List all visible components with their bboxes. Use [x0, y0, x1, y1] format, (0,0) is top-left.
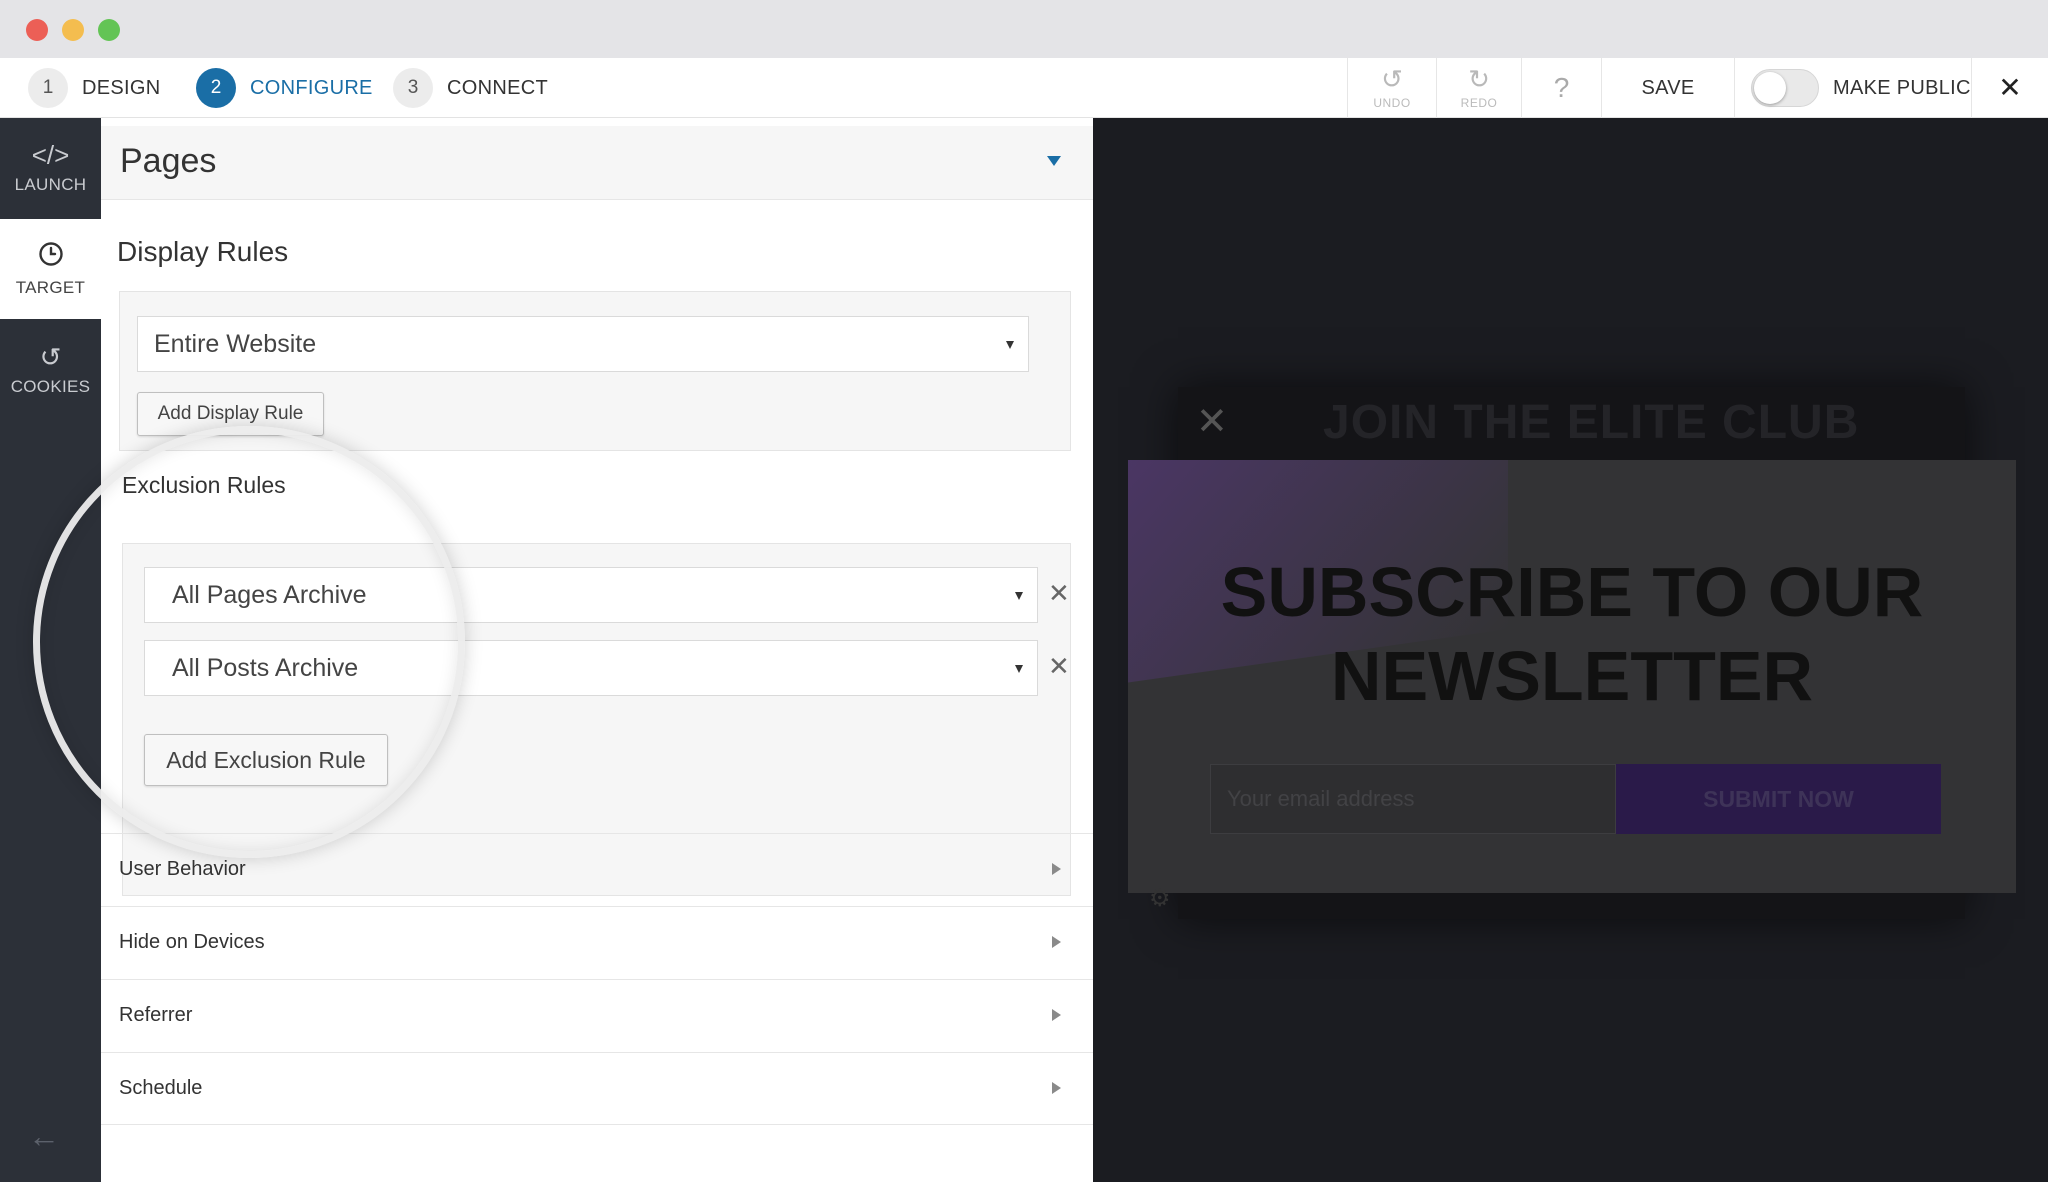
headline-line: SUBSCRIBE TO OUR — [1220, 553, 1924, 631]
chevron-right-icon — [1052, 1009, 1061, 1021]
email-placeholder: Your email address — [1227, 786, 1415, 811]
step-label: DESIGN — [82, 76, 161, 99]
section-user-behavior[interactable]: User Behavior — [101, 833, 1093, 906]
email-input[interactable]: Your email address — [1210, 764, 1616, 834]
chevron-right-icon — [1052, 936, 1061, 948]
add-exclusion-rule-button[interactable]: Add Exclusion Rule — [144, 734, 388, 786]
refresh-icon: ↺ — [39, 342, 62, 372]
undo-icon: ↺ — [1381, 64, 1403, 94]
step-label: CONNECT — [447, 76, 548, 99]
window-titlebar — [0, 0, 2048, 58]
gear-icon[interactable]: ⚙ — [1149, 884, 1171, 913]
display-rule-select[interactable]: Entire Website — [137, 316, 1029, 372]
step-number: 2 — [196, 68, 236, 108]
step-number: 1 — [28, 68, 68, 108]
left-sidebar: </> LAUNCH TARGET ↺ COOKIES ← — [0, 118, 101, 1182]
save-button[interactable]: SAVE — [1601, 58, 1734, 118]
sidebar-item-cookies[interactable]: ↺ COOKIES — [0, 320, 101, 420]
sidebar-item-label: TARGET — [15, 277, 86, 297]
exclusion-rules-title: Exclusion Rules — [122, 472, 286, 498]
pages-section-header[interactable]: Pages — [101, 126, 1093, 200]
popup-preview: ✕ JOIN THE ELITE CLUB SUBSCRIBE TO OUR N… — [1093, 118, 2048, 1182]
popup-back-title: JOIN THE ELITE CLUB — [1323, 396, 1860, 449]
sidebar-item-label: COOKIES — [10, 377, 91, 396]
chevron-right-icon — [1052, 1082, 1061, 1094]
section-label: Referrer — [119, 1004, 193, 1026]
help-icon: ? — [1553, 72, 1570, 103]
button-label: Add Display Rule — [157, 403, 304, 424]
step-connect[interactable]: 3 CONNECT — [393, 58, 548, 118]
display-rule-value: Entire Website — [154, 329, 317, 358]
undo-label: UNDO — [1373, 96, 1411, 110]
section-hide-on-devices[interactable]: Hide on Devices — [101, 906, 1093, 979]
add-display-rule-button[interactable]: Add Display Rule — [137, 392, 324, 436]
make-public-control[interactable]: MAKE PUBLIC — [1734, 58, 1971, 118]
chevron-right-icon — [1052, 863, 1061, 875]
newsletter-popup: SUBSCRIBE TO OUR NEWSLETTER Your email a… — [1128, 460, 2016, 893]
close-editor-button[interactable]: ✕ — [1971, 58, 2048, 118]
step-number: 3 — [393, 68, 433, 108]
section-label: User Behavior — [119, 858, 246, 880]
exclusion-rule-value: All Posts Archive — [172, 653, 359, 682]
submit-button[interactable]: SUBMIT NOW — [1616, 764, 1941, 834]
step-label: CONFIGURE — [250, 76, 373, 99]
exclusion-rule-select[interactable]: All Posts Archive — [144, 640, 1038, 696]
toggle-knob — [1754, 72, 1786, 104]
top-toolbar: 1 DESIGN 2 CONFIGURE 3 CONNECT ↺ UNDO ↻ … — [0, 58, 2048, 118]
exclusion-rule-select[interactable]: All Pages Archive — [144, 567, 1038, 623]
undo-button[interactable]: ↺ UNDO — [1347, 58, 1436, 118]
display-rules-box: Entire Website Add Display Rule — [119, 291, 1071, 451]
caret-down-icon — [1015, 665, 1023, 673]
step-configure[interactable]: 2 CONFIGURE — [196, 58, 373, 118]
sidebar-item-target[interactable]: TARGET — [0, 219, 101, 319]
exclusion-rule-value: All Pages Archive — [172, 580, 367, 609]
window-zoom-icon[interactable] — [98, 19, 120, 41]
popup-headline: SUBSCRIBE TO OUR NEWSLETTER — [1128, 550, 2016, 718]
submit-label: SUBMIT NOW — [1703, 785, 1854, 812]
close-icon[interactable]: ✕ — [1196, 399, 1228, 444]
make-public-toggle[interactable] — [1751, 69, 1819, 107]
window-close-icon[interactable] — [26, 19, 48, 41]
redo-button[interactable]: ↻ REDO — [1436, 58, 1521, 118]
redo-icon: ↻ — [1468, 64, 1490, 94]
section-referrer[interactable]: Referrer — [101, 979, 1093, 1052]
chevron-down-icon — [1047, 156, 1061, 166]
section-schedule[interactable]: Schedule — [101, 1052, 1093, 1125]
close-icon: ✕ — [1998, 72, 2022, 103]
sidebar-item-label: LAUNCH — [14, 175, 87, 194]
remove-exclusion-icon[interactable]: ✕ — [1048, 651, 1070, 682]
help-button[interactable]: ? — [1521, 58, 1601, 118]
code-icon: </> — [31, 140, 70, 170]
button-label: Add Exclusion Rule — [166, 746, 366, 773]
remove-exclusion-icon[interactable]: ✕ — [1048, 578, 1070, 609]
caret-down-icon — [1006, 341, 1014, 349]
back-arrow-icon[interactable]: ← — [28, 1118, 60, 1155]
section-label: Hide on Devices — [119, 931, 265, 953]
window-minimize-icon[interactable] — [62, 19, 84, 41]
redo-label: REDO — [1460, 96, 1498, 110]
make-public-label: MAKE PUBLIC — [1833, 76, 1971, 99]
sidebar-item-launch[interactable]: </> LAUNCH — [0, 118, 101, 218]
step-design[interactable]: 1 DESIGN — [28, 58, 160, 118]
pages-title: Pages — [120, 142, 217, 180]
clock-icon — [38, 241, 64, 272]
display-rules-title: Display Rules — [117, 236, 289, 267]
save-label: SAVE — [1641, 76, 1695, 99]
caret-down-icon — [1015, 592, 1023, 600]
section-label: Schedule — [119, 1077, 203, 1099]
headline-line: NEWSLETTER — [1330, 637, 1814, 715]
target-settings-panel: Pages Display Rules Entire Website Add D… — [101, 118, 1093, 1182]
